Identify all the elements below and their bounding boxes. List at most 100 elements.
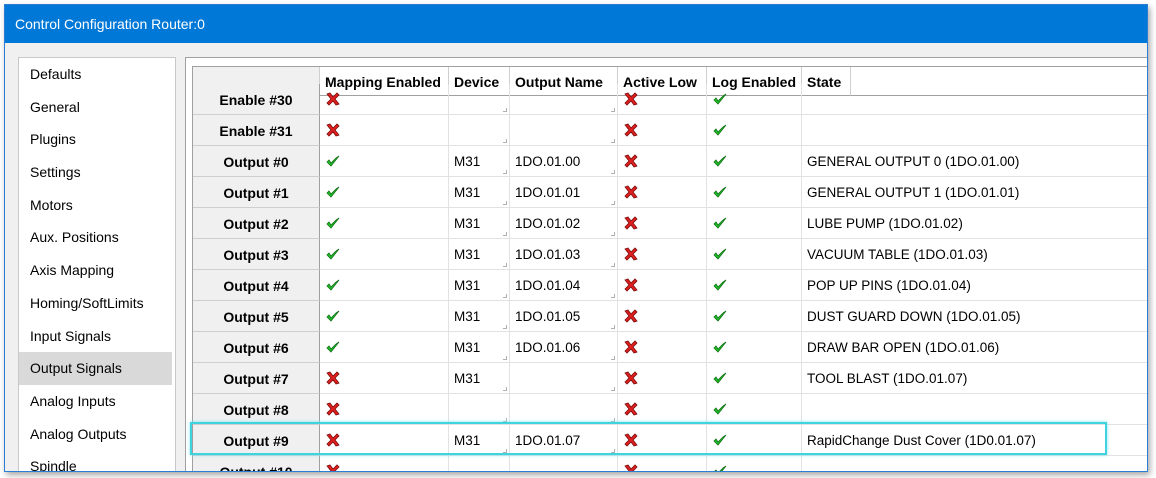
- sidebar-item-spindle[interactable]: Spindle: [19, 450, 175, 471]
- green-check-icon[interactable]: [712, 402, 728, 417]
- row-header[interactable]: Output #0: [193, 146, 320, 177]
- log-cell[interactable]: [707, 239, 802, 270]
- row-header[interactable]: Output #6: [193, 332, 320, 363]
- green-check-icon[interactable]: [325, 216, 341, 231]
- active-low-cell[interactable]: [618, 332, 707, 363]
- row-header[interactable]: Output #1: [193, 177, 320, 208]
- log-cell[interactable]: [707, 394, 802, 425]
- row-header[interactable]: Output #8: [193, 394, 320, 425]
- active-low-cell[interactable]: [618, 270, 707, 301]
- active-low-cell[interactable]: [618, 177, 707, 208]
- green-check-icon[interactable]: [712, 340, 728, 355]
- red-x-icon[interactable]: [623, 154, 639, 169]
- output-cell[interactable]: 1DO.01.00: [510, 146, 618, 177]
- red-x-icon[interactable]: [623, 92, 639, 107]
- green-check-icon[interactable]: [712, 154, 728, 169]
- device-cell[interactable]: M31: [449, 363, 510, 394]
- sidebar-item-settings[interactable]: Settings: [19, 156, 175, 189]
- state-cell[interactable]: GENERAL OUTPUT 0 (1DO.01.00): [802, 146, 1147, 177]
- mapping-cell[interactable]: [320, 456, 449, 471]
- device-cell[interactable]: [449, 394, 510, 425]
- row-header[interactable]: Output #2: [193, 208, 320, 239]
- device-cell[interactable]: M31: [449, 270, 510, 301]
- device-cell[interactable]: M31: [449, 208, 510, 239]
- sidebar-item-output-signals[interactable]: Output Signals: [19, 352, 172, 385]
- active-low-cell[interactable]: [618, 208, 707, 239]
- green-check-icon[interactable]: [325, 185, 341, 200]
- table-row[interactable]: Output #1 M31 1DO.01.01 GENERAL OUTPUT 1 (1…: [193, 177, 1147, 208]
- table-row[interactable]: Output #4 M31 1DO.01.04 POP UP PINS (1DO.01…: [193, 270, 1147, 301]
- mapping-cell[interactable]: [320, 115, 449, 146]
- red-x-icon[interactable]: [623, 371, 639, 386]
- row-header[interactable]: Output #9: [193, 425, 320, 456]
- output-cell[interactable]: 1DO.01.04: [510, 270, 618, 301]
- sidebar-item-general[interactable]: General: [19, 91, 175, 124]
- window-titlebar[interactable]: Control Configuration Router:0: [5, 5, 1147, 43]
- active-low-cell[interactable]: [618, 456, 707, 471]
- red-x-icon[interactable]: [325, 123, 341, 138]
- device-cell[interactable]: M31: [449, 146, 510, 177]
- output-cell[interactable]: 1DO.01.07: [510, 425, 618, 456]
- green-check-icon[interactable]: [712, 247, 728, 262]
- output-cell[interactable]: [510, 115, 618, 146]
- device-cell[interactable]: [449, 115, 510, 146]
- mapping-cell[interactable]: [320, 208, 449, 239]
- sidebar-item-defaults[interactable]: Defaults: [19, 58, 175, 91]
- sidebar-item-axis-mapping[interactable]: Axis Mapping: [19, 254, 175, 287]
- sidebar-item-analog-outputs[interactable]: Analog Outputs: [19, 418, 175, 451]
- red-x-icon[interactable]: [623, 278, 639, 293]
- green-check-icon[interactable]: [712, 123, 728, 138]
- sidebar-item-aux-positions[interactable]: Aux. Positions: [19, 221, 175, 254]
- output-cell[interactable]: [510, 456, 618, 471]
- mapping-cell[interactable]: [320, 84, 449, 115]
- mapping-cell[interactable]: [320, 270, 449, 301]
- table-row[interactable]: Output #9 M31 1DO.01.07 RapidChange Dust Co…: [193, 425, 1147, 456]
- mapping-cell[interactable]: [320, 239, 449, 270]
- red-x-icon[interactable]: [325, 402, 341, 417]
- mapping-cell[interactable]: [320, 146, 449, 177]
- sidebar-item-plugins[interactable]: Plugins: [19, 123, 175, 156]
- table-row[interactable]: Output #3 M31 1DO.01.03 VACUUM TABLE (1DO.0…: [193, 239, 1147, 270]
- state-cell[interactable]: GENERAL OUTPUT 1 (1DO.01.01): [802, 177, 1147, 208]
- green-check-icon[interactable]: [325, 247, 341, 262]
- table-row[interactable]: Output #0 M31 1DO.01.00 GENERAL OUTPUT 0 (1…: [193, 146, 1147, 177]
- red-x-icon[interactable]: [623, 309, 639, 324]
- log-cell[interactable]: [707, 115, 802, 146]
- state-cell[interactable]: POP UP PINS (1DO.01.04): [802, 270, 1147, 301]
- green-check-icon[interactable]: [325, 309, 341, 324]
- state-cell[interactable]: DRAW BAR OPEN (1DO.01.06): [802, 332, 1147, 363]
- log-cell[interactable]: [707, 456, 802, 471]
- red-x-icon[interactable]: [623, 433, 639, 448]
- active-low-cell[interactable]: [618, 425, 707, 456]
- mapping-cell[interactable]: [320, 425, 449, 456]
- table-row[interactable]: Enable #30: [193, 84, 1147, 115]
- state-cell[interactable]: VACUUM TABLE (1DO.01.03): [802, 239, 1147, 270]
- red-x-icon[interactable]: [325, 464, 341, 471]
- green-check-icon[interactable]: [325, 154, 341, 169]
- green-check-icon[interactable]: [712, 278, 728, 293]
- sidebar-item-input-signals[interactable]: Input Signals: [19, 320, 175, 353]
- state-cell[interactable]: RapidChange Dust Cover (1D0.01.07): [802, 425, 1147, 456]
- green-check-icon[interactable]: [712, 92, 728, 107]
- output-cell[interactable]: [510, 394, 618, 425]
- table-row[interactable]: Output #2 M31 1DO.01.02 LUBE PUMP (1DO.01.0…: [193, 208, 1147, 239]
- active-low-cell[interactable]: [618, 115, 707, 146]
- row-header[interactable]: Output #10: [193, 456, 320, 471]
- red-x-icon[interactable]: [623, 247, 639, 262]
- mapping-cell[interactable]: [320, 177, 449, 208]
- output-cell[interactable]: 1DO.01.05: [510, 301, 618, 332]
- active-low-cell[interactable]: [618, 363, 707, 394]
- active-low-cell[interactable]: [618, 239, 707, 270]
- state-cell[interactable]: LUBE PUMP (1DO.01.02): [802, 208, 1147, 239]
- green-check-icon[interactable]: [712, 371, 728, 386]
- active-low-cell[interactable]: [618, 84, 707, 115]
- row-header[interactable]: Enable #30: [193, 84, 320, 115]
- device-cell[interactable]: M31: [449, 301, 510, 332]
- green-check-icon[interactable]: [712, 433, 728, 448]
- green-check-icon[interactable]: [712, 309, 728, 324]
- table-row[interactable]: Output #6 M31 1DO.01.06 DRAW BAR OPEN (1DO.…: [193, 332, 1147, 363]
- table-row[interactable]: Enable #31: [193, 115, 1147, 146]
- log-cell[interactable]: [707, 301, 802, 332]
- mapping-cell[interactable]: [320, 394, 449, 425]
- log-cell[interactable]: [707, 177, 802, 208]
